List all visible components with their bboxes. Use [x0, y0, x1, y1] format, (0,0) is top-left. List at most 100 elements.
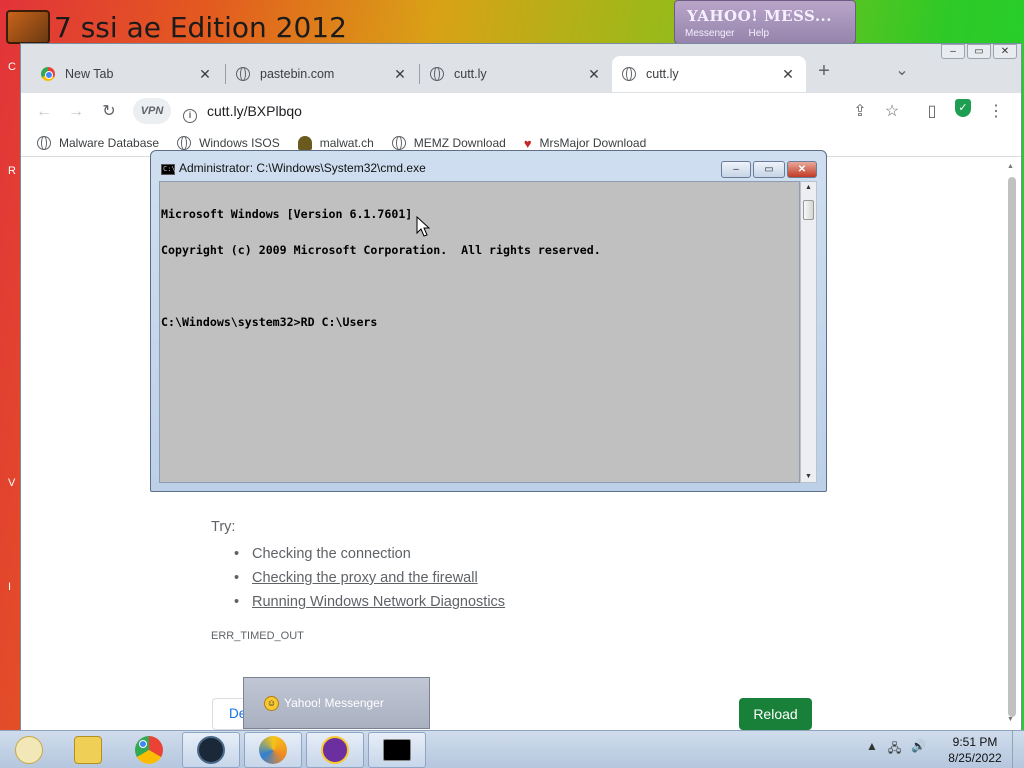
bookmark-malwatch[interactable]: malwat.ch	[297, 136, 374, 150]
yahoo-menu-help[interactable]: Help	[748, 28, 769, 39]
tab-strip: – ▭ ✕ New Tab ✕ pastebin.com ✕ cutt.ly ✕…	[21, 44, 1021, 93]
desktop-icons-strip: C R V I	[0, 45, 20, 730]
tab-label: pastebin.com	[260, 67, 335, 81]
cmd-scrollbar[interactable]: ▲ ▼	[800, 181, 817, 483]
cmd-icon: C:\	[161, 164, 176, 175]
cmd-close-button[interactable]: ✕	[787, 161, 817, 178]
tab-cuttly-active[interactable]: cutt.ly ✕	[612, 56, 806, 92]
forward-button[interactable]: →	[63, 99, 89, 125]
show-hidden-icons-icon[interactable]: ▲	[866, 739, 878, 760]
yahoo-mini-title: YAHOO! MESS...	[687, 7, 833, 25]
mouse-cursor-icon	[416, 216, 430, 237]
desktop-letter: I	[8, 581, 12, 593]
bookmark-memz-download[interactable]: MEMZ Download	[391, 136, 506, 150]
taskbar-security-app[interactable]	[244, 732, 302, 768]
clock[interactable]: 9:51 PM 8/25/2022	[945, 734, 1005, 766]
taskbar-yahoo[interactable]	[306, 732, 364, 768]
tab-pastebin[interactable]: pastebin.com ✕	[226, 56, 418, 92]
app-logo-icon	[6, 10, 50, 44]
desktop-title-text: 7 ssi ae Edition 2012	[54, 10, 347, 44]
yahoo-messenger-taskbar-popup[interactable]: ☺ Yahoo! Messenger	[243, 677, 430, 729]
desktop-letter: C	[8, 61, 16, 73]
globe-icon	[622, 67, 636, 81]
console-output[interactable]: Microsoft Windows [Version 6.1.7601] Cop…	[159, 181, 800, 483]
taskbar-explorer[interactable]	[59, 732, 117, 768]
bookmark-malware-database[interactable]: Malware Database	[37, 136, 159, 150]
reload-button[interactable]: Reload	[739, 698, 812, 730]
vpn-button[interactable]: VPN	[133, 98, 171, 124]
close-window-button[interactable]: ✕	[993, 44, 1017, 59]
info-icon[interactable]: i	[183, 109, 197, 123]
bookmark-mrsmajor-download[interactable]: ♥ MrsMajor Download	[524, 136, 646, 151]
reload-icon[interactable]: ↻	[96, 99, 122, 125]
close-icon[interactable]: ✕	[392, 66, 408, 83]
scroll-down-icon[interactable]: ▼	[805, 473, 812, 480]
security-icon	[259, 736, 287, 764]
tab-cuttly[interactable]: cutt.ly ✕	[420, 56, 612, 92]
globe-icon	[391, 136, 406, 150]
shield-extension-icon[interactable]: ✓	[955, 99, 971, 117]
minimize-button[interactable]: –	[941, 44, 965, 59]
suggestions-list: Checking the connection Checking the pro…	[232, 542, 505, 614]
scroll-down-icon[interactable]: ▼	[1007, 716, 1014, 723]
smiley-icon	[15, 736, 43, 764]
yahoo-menu-messenger[interactable]: Messenger	[685, 28, 734, 39]
console-line: Microsoft Windows [Version 6.1.7601]	[161, 207, 413, 221]
close-icon[interactable]: ✕	[197, 66, 213, 83]
yahoo-messenger-window[interactable]: YAHOO! MESS... Messenger Help	[674, 0, 856, 44]
star-icon[interactable]: ☆	[879, 99, 905, 125]
cmd-title: Administrator: C:\Windows\System32\cmd.e…	[179, 161, 426, 175]
suggestion-item: Checking the connection	[232, 542, 505, 566]
network-icon[interactable]: 🖧	[888, 739, 901, 760]
bookmark-windows-isos[interactable]: Windows ISOS	[177, 136, 280, 150]
scroll-thumb[interactable]	[803, 200, 814, 220]
cmd-window[interactable]: C:\ Administrator: C:\Windows\System32\c…	[150, 150, 827, 492]
show-desktop-button[interactable]	[1012, 731, 1024, 768]
chrome-icon	[41, 67, 55, 81]
error-code: ERR_TIMED_OUT	[211, 630, 304, 642]
cmd-minimize-button[interactable]: –	[721, 161, 751, 178]
globe-icon	[177, 136, 192, 150]
clock-date: 8/25/2022	[948, 751, 1002, 765]
suggestion-link: Checking the proxy and the firewall	[232, 566, 505, 590]
system-tray: ▲ 🖧 🔊	[866, 739, 926, 760]
folder-icon	[74, 736, 102, 764]
bookmark-label: MrsMajor Download	[539, 136, 647, 150]
maximize-button[interactable]: ▭	[967, 44, 991, 59]
proxy-firewall-link[interactable]: Checking the proxy and the firewall	[252, 570, 478, 586]
tab-search-button[interactable]: ⌄	[889, 58, 915, 84]
globe-icon	[236, 67, 250, 81]
chrome-icon	[135, 736, 163, 764]
close-icon[interactable]: ✕	[586, 66, 602, 83]
menu-icon[interactable]: ⋮	[983, 99, 1009, 125]
start-button[interactable]	[0, 732, 58, 768]
page-scrollbar[interactable]: ▲ ▼	[1005, 163, 1017, 723]
scroll-up-icon[interactable]: ▲	[805, 184, 812, 191]
cmd-maximize-button[interactable]: ▭	[753, 161, 785, 178]
new-tab-button[interactable]: +	[811, 58, 837, 84]
side-panel-icon[interactable]: ▯	[919, 99, 945, 125]
network-diagnostics-link[interactable]: Running Windows Network Diagnostics	[252, 594, 505, 610]
suggestion-text: Checking the connection	[252, 546, 411, 562]
yahoo-icon	[321, 736, 349, 764]
heart-icon: ♥	[523, 135, 532, 151]
url-text: cutt.ly/BXPlbqo	[207, 103, 302, 119]
share-icon[interactable]: ⇪	[847, 99, 873, 125]
tab-new-tab[interactable]: New Tab ✕	[31, 56, 223, 92]
taskbar-steam[interactable]	[182, 732, 240, 768]
window-controls: – ▭ ✕	[941, 44, 1017, 59]
console-prompt: C:\Windows\system32>RD C:\Users	[161, 315, 378, 329]
scroll-up-icon[interactable]: ▲	[1007, 163, 1014, 170]
bookmark-label: malwat.ch	[319, 136, 374, 150]
back-button[interactable]: ←	[31, 99, 57, 125]
scroll-thumb[interactable]	[1008, 177, 1016, 717]
taskbar-cmd[interactable]	[368, 732, 426, 768]
volume-icon[interactable]: 🔊	[911, 739, 926, 760]
taskbar: ▲ 🖧 🔊 9:51 PM 8/25/2022	[0, 730, 1024, 768]
close-icon[interactable]: ✕	[780, 66, 796, 83]
address-bar[interactable]: i cutt.ly/BXPlbqo	[175, 98, 855, 125]
taskbar-chrome[interactable]	[120, 732, 178, 768]
cmd-icon	[383, 739, 411, 761]
bookmark-label: Malware Database	[59, 136, 160, 150]
